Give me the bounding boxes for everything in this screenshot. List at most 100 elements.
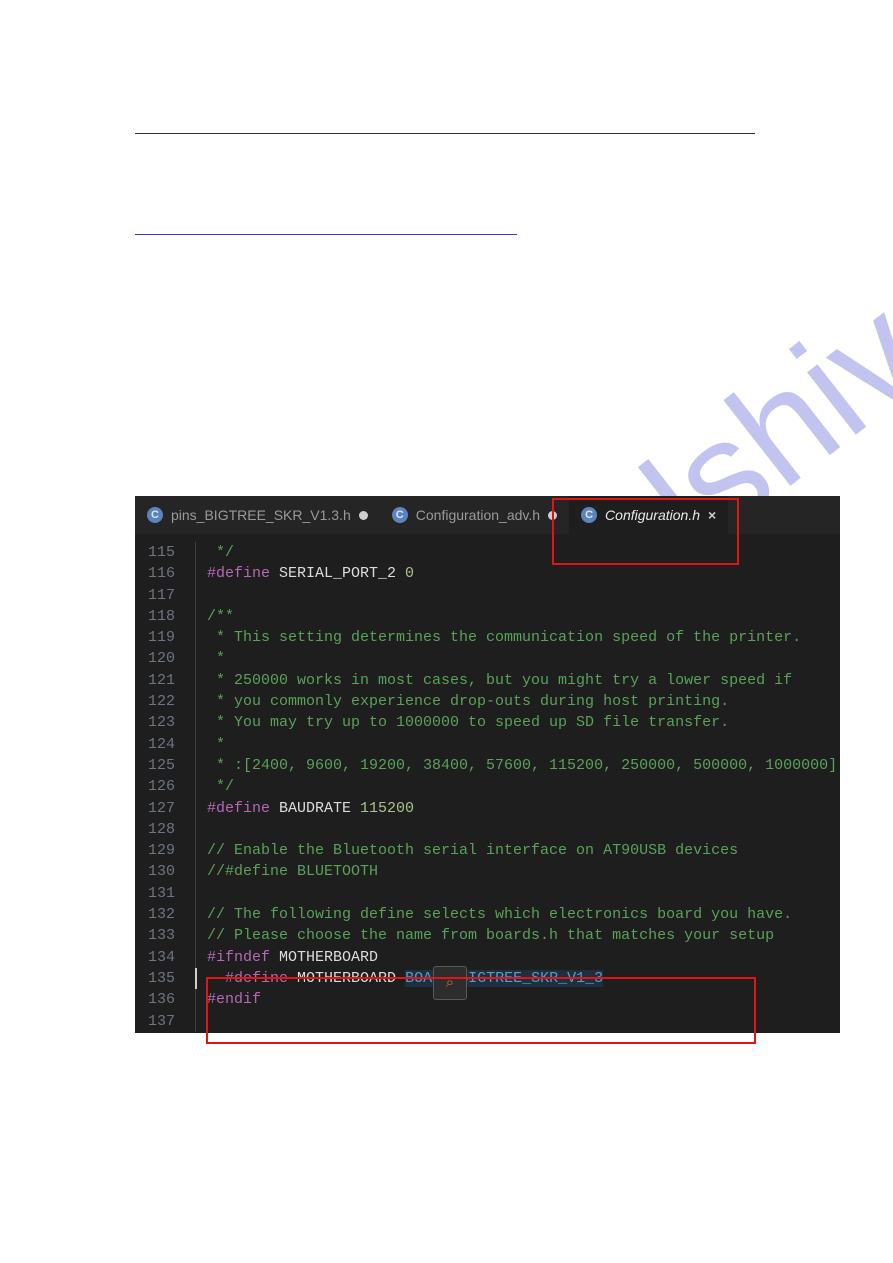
code-text[interactable] [197,819,207,840]
find-icon[interactable]: ⌕ [433,966,467,1000]
code-line[interactable]: 115 */ [135,542,840,563]
line-number: 133 [135,925,195,946]
line-number: 131 [135,883,195,904]
file-type-icon: C [392,507,408,523]
gutter-border [195,734,197,755]
code-line[interactable]: 131 [135,883,840,904]
code-line[interactable]: 119 * This setting determines the commun… [135,627,840,648]
code-text[interactable]: * you commonly experience drop-outs duri… [197,691,729,712]
gutter-border [195,670,197,691]
link-underline[interactable] [135,234,517,235]
code-line[interactable]: 116#define SERIAL_PORT_2 0 [135,563,840,584]
code-line[interactable]: 123 * You may try up to 1000000 to speed… [135,712,840,733]
line-number: 123 [135,712,195,733]
code-line[interactable]: 136#endif [135,989,840,1010]
code-text[interactable] [197,585,207,606]
magnifier-icon: ⌕ [446,974,454,992]
line-number: 129 [135,840,195,861]
code-text[interactable]: /** [197,606,234,627]
code-line[interactable]: 129// Enable the Bluetooth serial interf… [135,840,840,861]
code-line[interactable]: 124 * [135,734,840,755]
code-text[interactable]: #endif [197,989,261,1010]
close-icon[interactable]: × [708,507,716,523]
dirty-indicator-icon [548,511,557,520]
gutter-border [195,861,197,882]
file-type-icon: C [147,507,163,523]
code-text[interactable]: * This setting determines the communicat… [197,627,801,648]
gutter-border [195,712,197,733]
line-number: 134 [135,947,195,968]
gutter-border [195,542,197,563]
line-number: 115 [135,542,195,563]
code-text[interactable]: #define BAUDRATE 115200 [197,798,414,819]
gutter-border [195,648,197,669]
code-text[interactable]: #define SERIAL_PORT_2 0 [197,563,414,584]
code-text[interactable]: * [197,648,225,669]
line-number: 126 [135,776,195,797]
gutter-border [195,819,197,840]
line-number: 118 [135,606,195,627]
tab-Configuration-adv-h[interactable]: C Configuration_adv.h [380,496,569,534]
code-line[interactable]: 125 * :[2400, 9600, 19200, 38400, 57600,… [135,755,840,776]
horizontal-rule [135,133,755,134]
gutter-border [195,904,197,925]
code-text[interactable]: // Please choose the name from boards.h … [197,925,774,946]
code-text[interactable]: //#define BLUETOOTH [197,861,378,882]
code-text[interactable]: */ [197,542,234,563]
tab-label: Configuration_adv.h [416,507,540,523]
code-text[interactable] [197,883,207,904]
code-line[interactable]: 134#ifndef MOTHERBOARD [135,947,840,968]
line-number: 132 [135,904,195,925]
tab-Configuration-h[interactable]: C Configuration.h × [569,496,728,534]
gutter-border [195,968,197,989]
gutter-border [195,585,197,606]
code-line[interactable]: 118/** [135,606,840,627]
code-line[interactable]: 130//#define BLUETOOTH [135,861,840,882]
code-text[interactable]: #ifndef MOTHERBOARD [197,947,378,968]
code-line[interactable]: 122 * you commonly experience drop-outs … [135,691,840,712]
line-number: 135 [135,968,195,989]
code-text[interactable]: * 250000 works in most cases, but you mi… [197,670,792,691]
code-text[interactable]: // The following define selects which el… [197,904,792,925]
line-number: 127 [135,798,195,819]
file-type-icon: C [581,507,597,523]
line-number: 119 [135,627,195,648]
code-text[interactable]: * You may try up to 1000000 to speed up … [197,712,729,733]
dirty-indicator-icon [359,511,368,520]
code-line[interactable]: 128 [135,819,840,840]
code-line[interactable]: 133// Please choose the name from boards… [135,925,840,946]
gutter-border [195,798,197,819]
code-text[interactable]: */ [197,776,234,797]
gutter-border [195,1011,197,1032]
code-line[interactable]: 120 * [135,648,840,669]
tab-bar: Cpins_BIGTREE_SKR_V1.3.hCConfiguration_a… [135,496,840,534]
line-number: 120 [135,648,195,669]
line-number: 116 [135,563,195,584]
code-text[interactable]: #define MOTHERBOARD BOARD_BIGTREE_SKR_V1… [197,968,603,989]
code-editor: Cpins_BIGTREE_SKR_V1.3.hCConfiguration_a… [135,496,840,1033]
line-number: 130 [135,861,195,882]
code-line[interactable]: 127#define BAUDRATE 115200 [135,798,840,819]
code-line[interactable]: 126 */ [135,776,840,797]
gutter-border [195,776,197,797]
code-line[interactable]: 117 [135,585,840,606]
code-text[interactable]: // Enable the Bluetooth serial interface… [197,840,738,861]
line-number: 137 [135,1011,195,1032]
gutter-border [195,606,197,627]
line-number: 136 [135,989,195,1010]
code-line[interactable]: 121 * 250000 works in most cases, but yo… [135,670,840,691]
gutter-border [195,947,197,968]
code-line[interactable]: 132// The following define selects which… [135,904,840,925]
code-line[interactable]: 137 [135,1011,840,1032]
tab-pins-BIGTREE-SKR-V1-3-h[interactable]: Cpins_BIGTREE_SKR_V1.3.h [135,496,380,534]
gutter-border [195,755,197,776]
code-line[interactable]: 135 #define MOTHERBOARD BOARD_BIGTREE_SK… [135,968,840,989]
code-text[interactable] [197,1011,207,1032]
tab-label: Configuration.h [605,507,700,523]
code-text[interactable]: * [197,734,225,755]
code-text[interactable]: * :[2400, 9600, 19200, 38400, 57600, 115… [197,755,837,776]
line-number: 124 [135,734,195,755]
gutter-border [195,691,197,712]
line-number: 122 [135,691,195,712]
code-area[interactable]: ⌕ 115 */116#define SERIAL_PORT_2 0117118… [135,534,840,1032]
